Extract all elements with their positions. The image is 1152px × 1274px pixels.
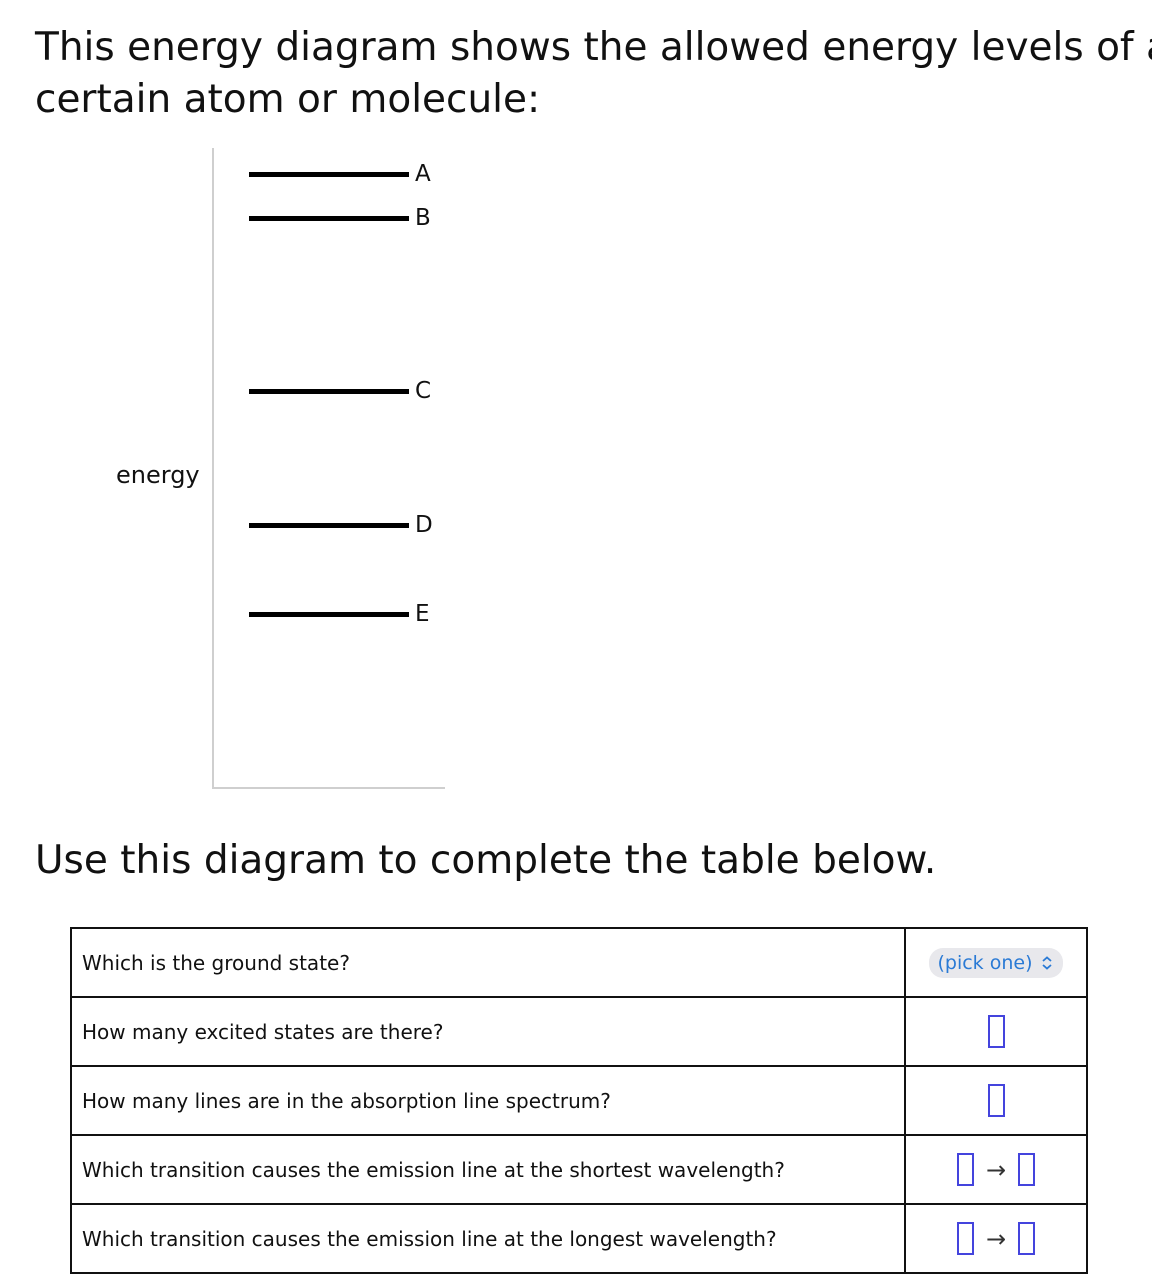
energy-level-label-c: C: [415, 377, 432, 404]
ground-state-select[interactable]: (pick one): [929, 947, 1063, 978]
x-axis: [212, 787, 445, 789]
excited-states-input[interactable]: [987, 1015, 1005, 1048]
intro-line-1: This energy diagram shows the allowed en…: [35, 25, 1152, 70]
answer-cell: →: [904, 1203, 1088, 1274]
energy-level-a: [249, 171, 409, 177]
answer-cell: →: [904, 1134, 1088, 1205]
question-table: Which is the ground state? (pick one) Ho…: [70, 927, 1088, 1274]
table-row: Which is the ground state? (pick one): [70, 927, 1088, 998]
energy-level-label-b: B: [415, 205, 431, 232]
longest-to-input[interactable]: [1018, 1222, 1036, 1255]
energy-level-e: [249, 612, 409, 618]
table-row: Which transition causes the emission lin…: [70, 1134, 1088, 1205]
intro-line-2: certain atom or molecule:: [35, 77, 541, 122]
energy-level-label-d: D: [415, 512, 433, 538]
energy-level-d: [249, 523, 409, 528]
shortest-to-input[interactable]: [1018, 1153, 1036, 1186]
table-row: How many lines are in the absorption lin…: [70, 1065, 1088, 1136]
energy-level-b: [249, 216, 409, 222]
table-row: How many excited states are there?: [70, 996, 1088, 1067]
energy-level-c: [249, 388, 409, 394]
energy-level-label-a: A: [415, 160, 431, 187]
arrow-right-icon: →: [985, 1224, 1007, 1253]
energy-diagram: energy A B C D E: [0, 140, 500, 800]
question-cell: How many excited states are there?: [70, 996, 906, 1067]
axis-label-energy: energy: [116, 461, 200, 489]
question-cell: How many lines are in the absorption lin…: [70, 1065, 906, 1136]
question-cell: Which transition causes the emission lin…: [70, 1134, 906, 1205]
chevron-updown-icon: [1041, 955, 1052, 970]
table-row: Which transition causes the emission lin…: [70, 1203, 1088, 1274]
question-cell: Which transition causes the emission lin…: [70, 1203, 906, 1274]
answer-cell: [904, 996, 1088, 1067]
longest-from-input[interactable]: [956, 1222, 974, 1255]
answer-cell: (pick one): [904, 927, 1088, 998]
instruction-text: Use this diagram to complete the table b…: [35, 838, 937, 883]
question-cell: Which is the ground state?: [70, 927, 906, 998]
answer-cell: [904, 1065, 1088, 1136]
energy-level-label-e: E: [415, 601, 430, 628]
shortest-from-input[interactable]: [956, 1153, 974, 1186]
arrow-right-icon: →: [985, 1155, 1007, 1184]
select-value: (pick one): [937, 951, 1033, 974]
absorption-lines-input[interactable]: [987, 1084, 1005, 1117]
intro-text: This energy diagram shows the allowed en…: [35, 22, 1152, 126]
y-axis: [212, 148, 214, 789]
